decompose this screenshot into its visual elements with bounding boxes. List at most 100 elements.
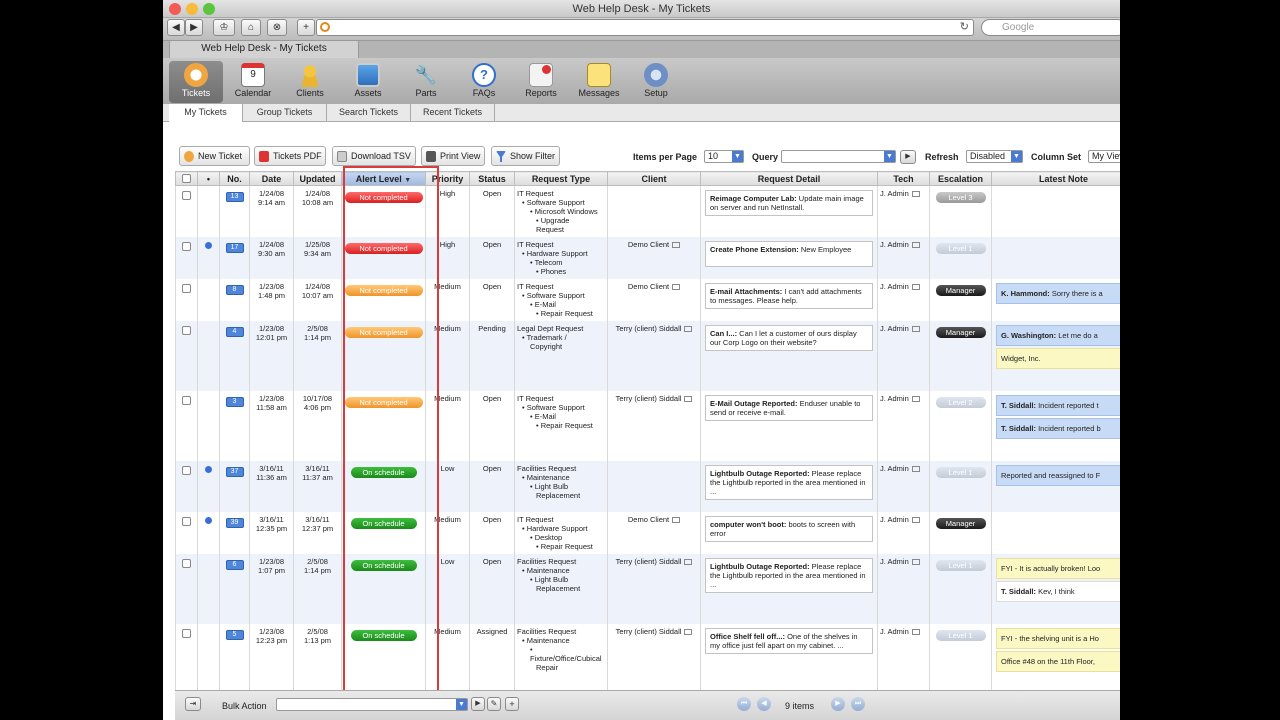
client-name[interactable]: Terry (client) Siddall: [616, 324, 682, 333]
latest-note[interactable]: Reported and reassigned to F: [996, 465, 1120, 486]
request-detail-box[interactable]: computer won't boot: boots to screen wit…: [705, 516, 873, 542]
client-email-icon[interactable]: [672, 242, 681, 249]
row-checkbox[interactable]: [182, 466, 191, 475]
tech-email-icon[interactable]: [911, 466, 920, 473]
table-row[interactable]: 6 1/23/08 1:07 pm 2/5/08 1:14 pm On schedule L…: [175, 554, 1120, 624]
bulk-action-select[interactable]: ▼: [276, 698, 468, 711]
nav-parts[interactable]: 🔧 Parts: [399, 61, 453, 103]
search-input[interactable]: Google: [981, 19, 1120, 36]
table-row[interactable]: 17 1/24/08 9:30 am 1/25/08 9:34 am Not comple…: [175, 237, 1120, 279]
tech-name[interactable]: J. Admin: [880, 240, 909, 249]
client-email-icon[interactable]: [684, 559, 693, 566]
items-per-page-select[interactable]: 10 ▼: [704, 150, 744, 163]
back-icon[interactable]: ◀: [167, 19, 185, 36]
request-detail-box[interactable]: Lightbulb Outage Reported: Please replac…: [705, 465, 873, 500]
column-header[interactable]: Status: [469, 171, 515, 186]
client-name[interactable]: Terry (client) Siddall: [616, 394, 682, 403]
client-name[interactable]: Terry (client) Siddall: [616, 557, 682, 566]
column-header[interactable]: Escalation: [929, 171, 992, 186]
tech-email-icon[interactable]: [911, 191, 920, 198]
column-header[interactable]: Request Type: [514, 171, 608, 186]
row-checkbox[interactable]: [182, 284, 191, 293]
row-checkbox[interactable]: [182, 242, 191, 251]
nav-assets[interactable]: Assets: [341, 61, 395, 103]
tech-name[interactable]: J. Admin: [880, 557, 909, 566]
table-row[interactable]: 8 1/23/08 1:48 pm 1/24/08 10:07 am Not comple…: [175, 279, 1120, 321]
nav-faqs[interactable]: ? FAQs: [457, 61, 511, 103]
tech-email-icon[interactable]: [911, 326, 920, 333]
row-checkbox[interactable]: [182, 517, 191, 526]
print-view-button[interactable]: Print View: [421, 146, 485, 166]
tab-group-tickets[interactable]: Group Tickets: [243, 104, 327, 122]
first-page-icon[interactable]: ⏮: [737, 697, 751, 711]
latest-note[interactable]: Office #48 on the 11th Floor,: [996, 651, 1120, 672]
ticket-number-badge[interactable]: 5: [225, 630, 244, 640]
tech-email-icon[interactable]: [911, 242, 920, 249]
client-email-icon[interactable]: [684, 326, 693, 333]
ticket-number-badge[interactable]: 8: [225, 285, 244, 295]
request-detail-box[interactable]: Create Phone Extension: New Employee: [705, 241, 873, 267]
tech-name[interactable]: J. Admin: [880, 324, 909, 333]
tech-email-icon[interactable]: [911, 284, 920, 291]
column-header[interactable]: Request Detail: [700, 171, 878, 186]
edit-icon[interactable]: ✎: [487, 697, 501, 711]
nav-setup[interactable]: Setup: [629, 61, 683, 103]
column-header[interactable]: Client: [607, 171, 701, 186]
column-header[interactable]: Latest Note: [991, 171, 1120, 186]
latest-note[interactable]: K. Hammond: Sorry there is a: [996, 283, 1120, 304]
latest-note[interactable]: FYI - It is actually broken! Loo: [996, 558, 1120, 579]
dot-column-header[interactable]: •: [197, 171, 220, 186]
show-filter-button[interactable]: Show Filter: [491, 146, 560, 166]
browser-tab[interactable]: Web Help Desk - My Tickets: [169, 41, 359, 59]
latest-note[interactable]: T. Siddall: Incident reported b: [996, 418, 1120, 439]
reload-icon[interactable]: ↻: [960, 20, 969, 33]
table-row[interactable]: 4 1/23/08 12:01 pm 2/5/08 1:14 pm Not complet…: [175, 321, 1120, 391]
bookmarks-icon[interactable]: ♔: [213, 19, 235, 36]
client-name[interactable]: Demo Client: [628, 515, 669, 524]
expand-icon[interactable]: ⇥: [185, 697, 201, 711]
column-set-select[interactable]: My View: [1088, 150, 1120, 163]
tech-name[interactable]: J. Admin: [880, 282, 909, 291]
tab-recent-tickets[interactable]: Recent Tickets: [411, 104, 495, 122]
nav-tickets[interactable]: Tickets: [169, 61, 223, 103]
tab-my-tickets[interactable]: My Tickets: [169, 104, 243, 122]
ticket-number-badge[interactable]: 13: [225, 192, 244, 202]
refresh-select[interactable]: Disabled ▼: [966, 150, 1023, 163]
request-detail-box[interactable]: Can I...: Can I let a customer of ours d…: [705, 325, 873, 351]
tech-name[interactable]: J. Admin: [880, 464, 909, 473]
run-query-button[interactable]: ▶: [900, 150, 916, 164]
tech-email-icon[interactable]: [911, 559, 920, 566]
ticket-number-badge[interactable]: 39: [225, 518, 244, 528]
latest-note[interactable]: T. Siddall: Kev, I think: [996, 581, 1120, 602]
nav-calendar[interactable]: 9 Calendar: [226, 61, 280, 103]
client-email-icon[interactable]: [672, 284, 681, 291]
tech-name[interactable]: J. Admin: [880, 515, 909, 524]
request-detail-box[interactable]: E-Mail Outage Reported: Enduser unable t…: [705, 395, 873, 421]
tech-name[interactable]: J. Admin: [880, 189, 909, 198]
latest-note[interactable]: FYI - the shelving unit is a Ho: [996, 628, 1120, 649]
row-checkbox[interactable]: [182, 326, 191, 335]
row-checkbox[interactable]: [182, 396, 191, 405]
client-name[interactable]: Demo Client: [628, 282, 669, 291]
ticket-number-badge[interactable]: 17: [225, 243, 244, 253]
column-header[interactable]: Priority: [425, 171, 470, 186]
previous-page-icon[interactable]: ◀: [757, 697, 771, 711]
row-checkbox[interactable]: [182, 629, 191, 638]
download-tsv-button[interactable]: Download TSV: [332, 146, 416, 166]
select-all-checkbox[interactable]: [182, 174, 191, 183]
client-email-icon[interactable]: [672, 517, 681, 524]
address-bar[interactable]: ↻: [316, 19, 974, 36]
ticket-number-badge[interactable]: 3: [225, 397, 244, 407]
table-row[interactable]: 13 1/24/08 9:14 am 1/24/08 10:08 am Not compl…: [175, 185, 1120, 237]
apply-bulk-action-button[interactable]: ▶: [471, 697, 485, 711]
tickets-pdf-button[interactable]: Tickets PDF: [254, 146, 326, 166]
nav-clients[interactable]: Clients: [283, 61, 337, 103]
latest-note[interactable]: Widget, Inc.: [996, 348, 1120, 369]
tech-email-icon[interactable]: [911, 396, 920, 403]
stop-icon[interactable]: ⊗: [267, 19, 287, 36]
column-header[interactable]: Date: [249, 171, 294, 186]
forward-icon[interactable]: ▶: [185, 19, 203, 36]
client-email-icon[interactable]: [684, 629, 693, 636]
client-name[interactable]: Terry (client) Siddall: [616, 627, 682, 636]
ticket-number-badge[interactable]: 37: [225, 467, 244, 477]
